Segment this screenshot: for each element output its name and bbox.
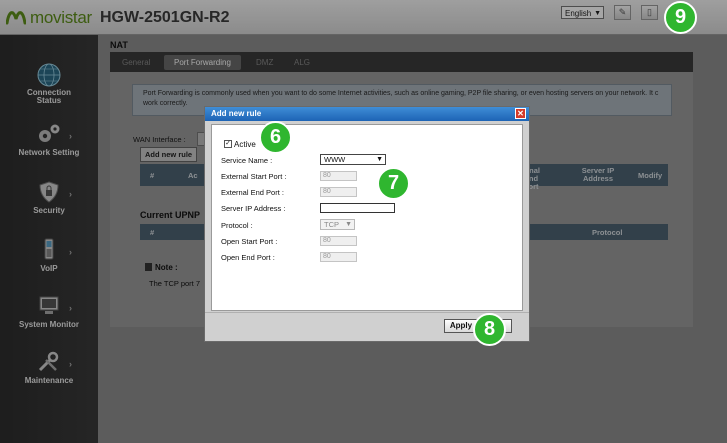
external-end-port-input[interactable]: 80 [320,187,357,197]
protocol-select[interactable]: TCP ▼ [320,219,355,230]
dialog-titlebar: Add new rule ✕ [205,107,529,121]
open-end-port-label: Open End Port : [221,253,275,262]
open-end-port-input[interactable]: 80 [320,252,357,262]
open-start-port-label: Open Start Port : [221,237,278,246]
close-icon: ✕ [517,109,524,118]
dialog-title: Add new rule [211,109,262,118]
chevron-down-icon: ▼ [345,221,352,228]
close-button[interactable]: ✕ [515,108,526,119]
dialog-body [211,124,523,311]
server-ip-address-label: Server IP Address : [221,204,286,213]
open-start-port-input[interactable]: 80 [320,236,357,246]
external-end-port-label: External End Port : [221,188,284,197]
service-name-label: Service Name : [221,156,273,165]
divider [205,312,529,313]
step-badge: 8 [473,313,506,346]
protocol-label: Protocol : [221,221,253,230]
service-name-select[interactable]: WWW ▼ [320,154,386,165]
step-badge: 9 [664,1,697,34]
checkmark-icon: ✓ [225,140,231,147]
external-start-port-input[interactable]: 80 [320,171,357,181]
chevron-down-icon: ▼ [376,156,383,163]
step-badge: 7 [377,167,410,200]
server-ip-address-input[interactable] [320,203,395,213]
external-start-port-label: External Start Port : [221,172,287,181]
step-badge: 6 [259,121,292,154]
active-checkbox[interactable]: ✓ [224,140,232,148]
active-label: Active [234,140,256,149]
